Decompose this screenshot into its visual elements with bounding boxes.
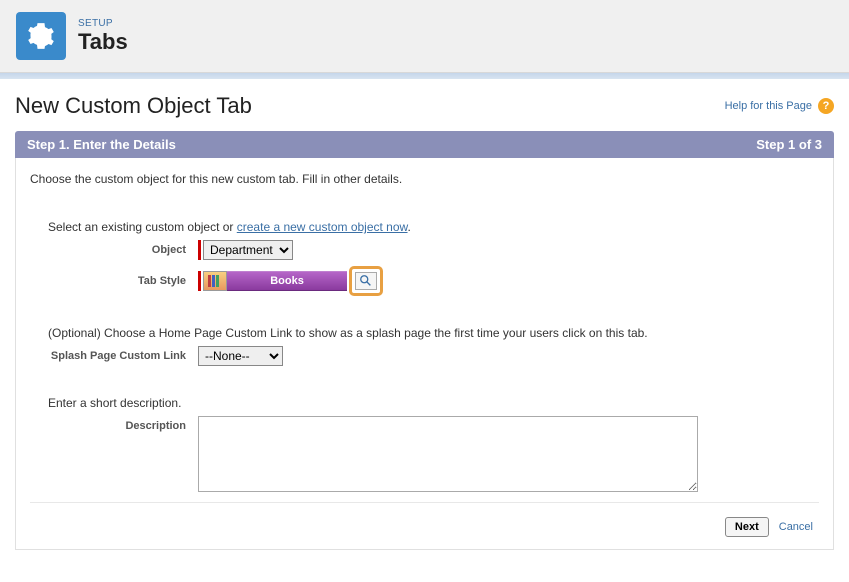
tabstyle-lookup-button[interactable] (355, 272, 377, 290)
object-label: Object (48, 244, 198, 256)
page-title: New Custom Object Tab (15, 93, 252, 119)
required-indicator (198, 271, 201, 291)
gear-icon (16, 12, 66, 60)
object-prompt: Select an existing custom object or crea… (48, 220, 819, 234)
step-bar: Step 1. Enter the Details Step 1 of 3 (15, 131, 834, 158)
books-icon (203, 271, 227, 291)
help-icon[interactable]: ? (818, 98, 834, 114)
setup-breadcrumb: SETUP (78, 18, 128, 29)
tabstyle-lookup-highlight (349, 266, 383, 296)
tabs-heading: Tabs (78, 29, 128, 55)
intro-text: Choose the custom object for this new cu… (30, 172, 819, 186)
splash-prompt: (Optional) Choose a Home Page Custom Lin… (48, 326, 819, 340)
required-indicator (198, 240, 201, 260)
next-button[interactable]: Next (725, 517, 769, 537)
help-link[interactable]: Help for this Page (725, 100, 812, 112)
desc-prompt: Enter a short description. (48, 396, 819, 410)
tabstyle-label: Tab Style (48, 275, 198, 287)
description-textarea[interactable] (198, 416, 698, 492)
splash-label: Splash Page Custom Link (48, 350, 198, 362)
setup-header: SETUP Tabs (0, 0, 849, 73)
desc-label: Description (48, 416, 198, 432)
magnifier-icon (359, 274, 373, 288)
object-select[interactable]: Department (203, 240, 293, 260)
tabstyle-value: Books (227, 271, 347, 291)
create-object-link[interactable]: create a new custom object now (237, 220, 408, 234)
step-counter: Step 1 of 3 (756, 137, 822, 152)
step-title: Step 1. Enter the Details (27, 137, 176, 152)
cancel-link[interactable]: Cancel (779, 521, 813, 533)
splash-select[interactable]: --None-- (198, 346, 283, 366)
